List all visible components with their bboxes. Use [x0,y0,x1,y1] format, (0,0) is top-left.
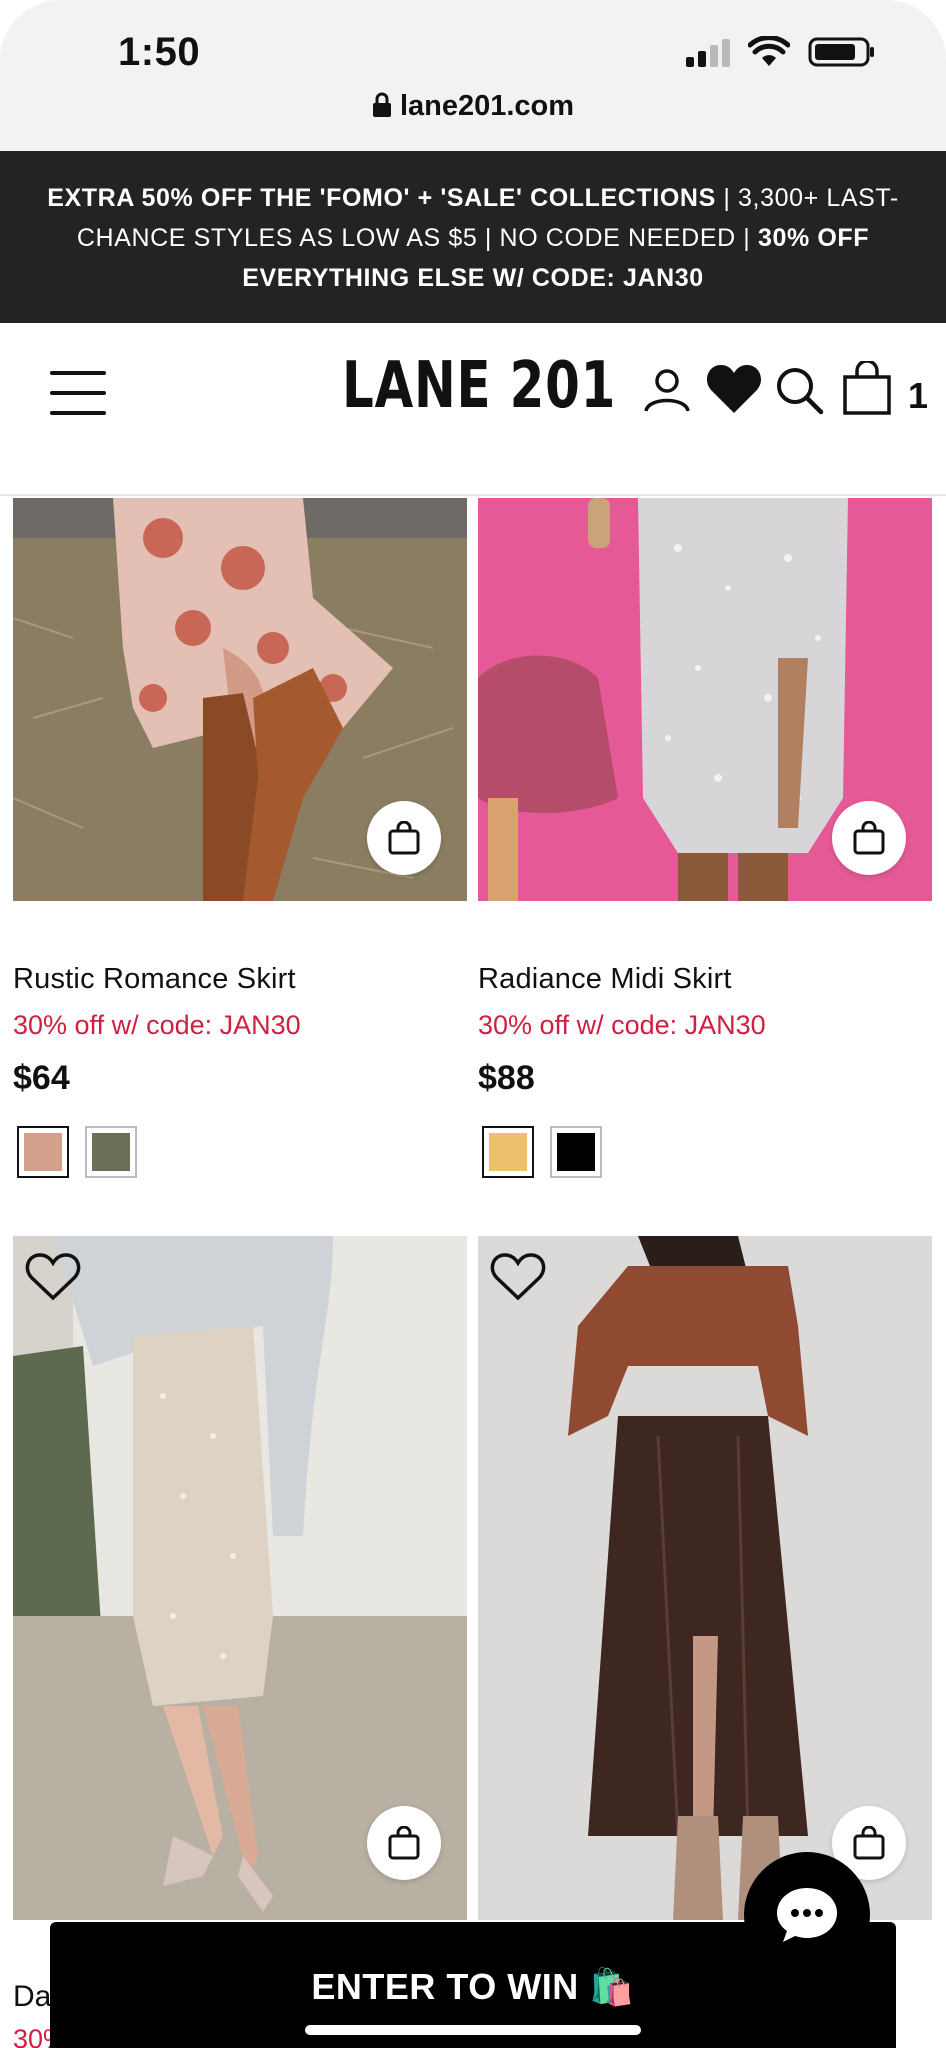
chat-bubble-icon [777,1888,837,1942]
account-icon[interactable] [642,365,692,420]
product-card[interactable] [13,1236,467,1920]
status-icons [686,36,876,68]
product-promo: 30% off w/ code: JAN30 [478,1010,766,1040]
product-name-partial[interactable]: Da [13,1980,51,2014]
color-swatch[interactable] [17,1126,69,1178]
search-icon[interactable] [774,365,824,420]
menu-icon[interactable] [50,371,106,415]
wishlist-heart-icon[interactable] [490,1252,546,1302]
product-name[interactable]: Radiance Midi Skirt [478,963,932,996]
chat-button[interactable] [744,1852,870,1978]
promo-banner[interactable]: EXTRA 50% OFF THE 'FOMO' + 'SALE' COLLEC… [0,151,946,323]
url-bar[interactable]: lane201.com [0,90,946,126]
product-image[interactable] [478,498,932,901]
color-swatches [17,1126,467,1178]
home-indicator [305,2025,641,2035]
product-promo: 30% off w/ code: JAN30 [13,1010,301,1040]
battery-icon [808,36,876,68]
swatch-color [489,1133,527,1171]
swatch-color [557,1133,595,1171]
product-card[interactable]: Rustic Romance Skirt 30% off w/ code: JA… [13,498,467,1178]
add-to-bag-button[interactable] [832,801,906,875]
swatch-color [24,1133,62,1171]
product-image[interactable] [13,1236,467,1920]
status-time: 1:50 [118,30,201,74]
product-price: $64 [13,1059,70,1097]
add-to-bag-button[interactable] [367,1806,441,1880]
product-card[interactable] [478,1236,932,1920]
color-swatch[interactable] [85,1126,137,1178]
product-image[interactable] [478,1236,932,1920]
browser-chrome: 1:50 lane201.com [0,0,946,151]
color-swatch[interactable] [482,1126,534,1178]
wishlist-heart-icon[interactable] [25,1252,81,1302]
lock-icon [372,92,392,126]
add-to-bag-button[interactable] [367,801,441,875]
site-header: LANE 201 1 [0,323,946,496]
site-logo[interactable]: LANE 201 [342,349,616,423]
color-swatch[interactable] [550,1126,602,1178]
url-text: lane201.com [399,90,575,122]
enter-to-win-label: ENTER TO WIN 🛍️ [311,1966,635,2007]
cart-count: 1 [908,375,929,416]
wishlist-heart-icon[interactable] [706,363,762,420]
signal-icon [686,37,730,67]
cart-bag-icon[interactable] [842,359,892,420]
product-card[interactable]: Radiance Midi Skirt 30% off w/ code: JAN… [478,498,932,1178]
product-name[interactable]: Rustic Romance Skirt [13,963,467,996]
color-swatches [482,1126,932,1178]
product-image[interactable] [13,498,467,901]
product-price: $88 [478,1059,535,1097]
promo-line1-bold: EXTRA 50% OFF THE 'FOMO' + 'SALE' COLLEC… [47,184,716,212]
wifi-icon [748,36,790,68]
swatch-color [92,1133,130,1171]
